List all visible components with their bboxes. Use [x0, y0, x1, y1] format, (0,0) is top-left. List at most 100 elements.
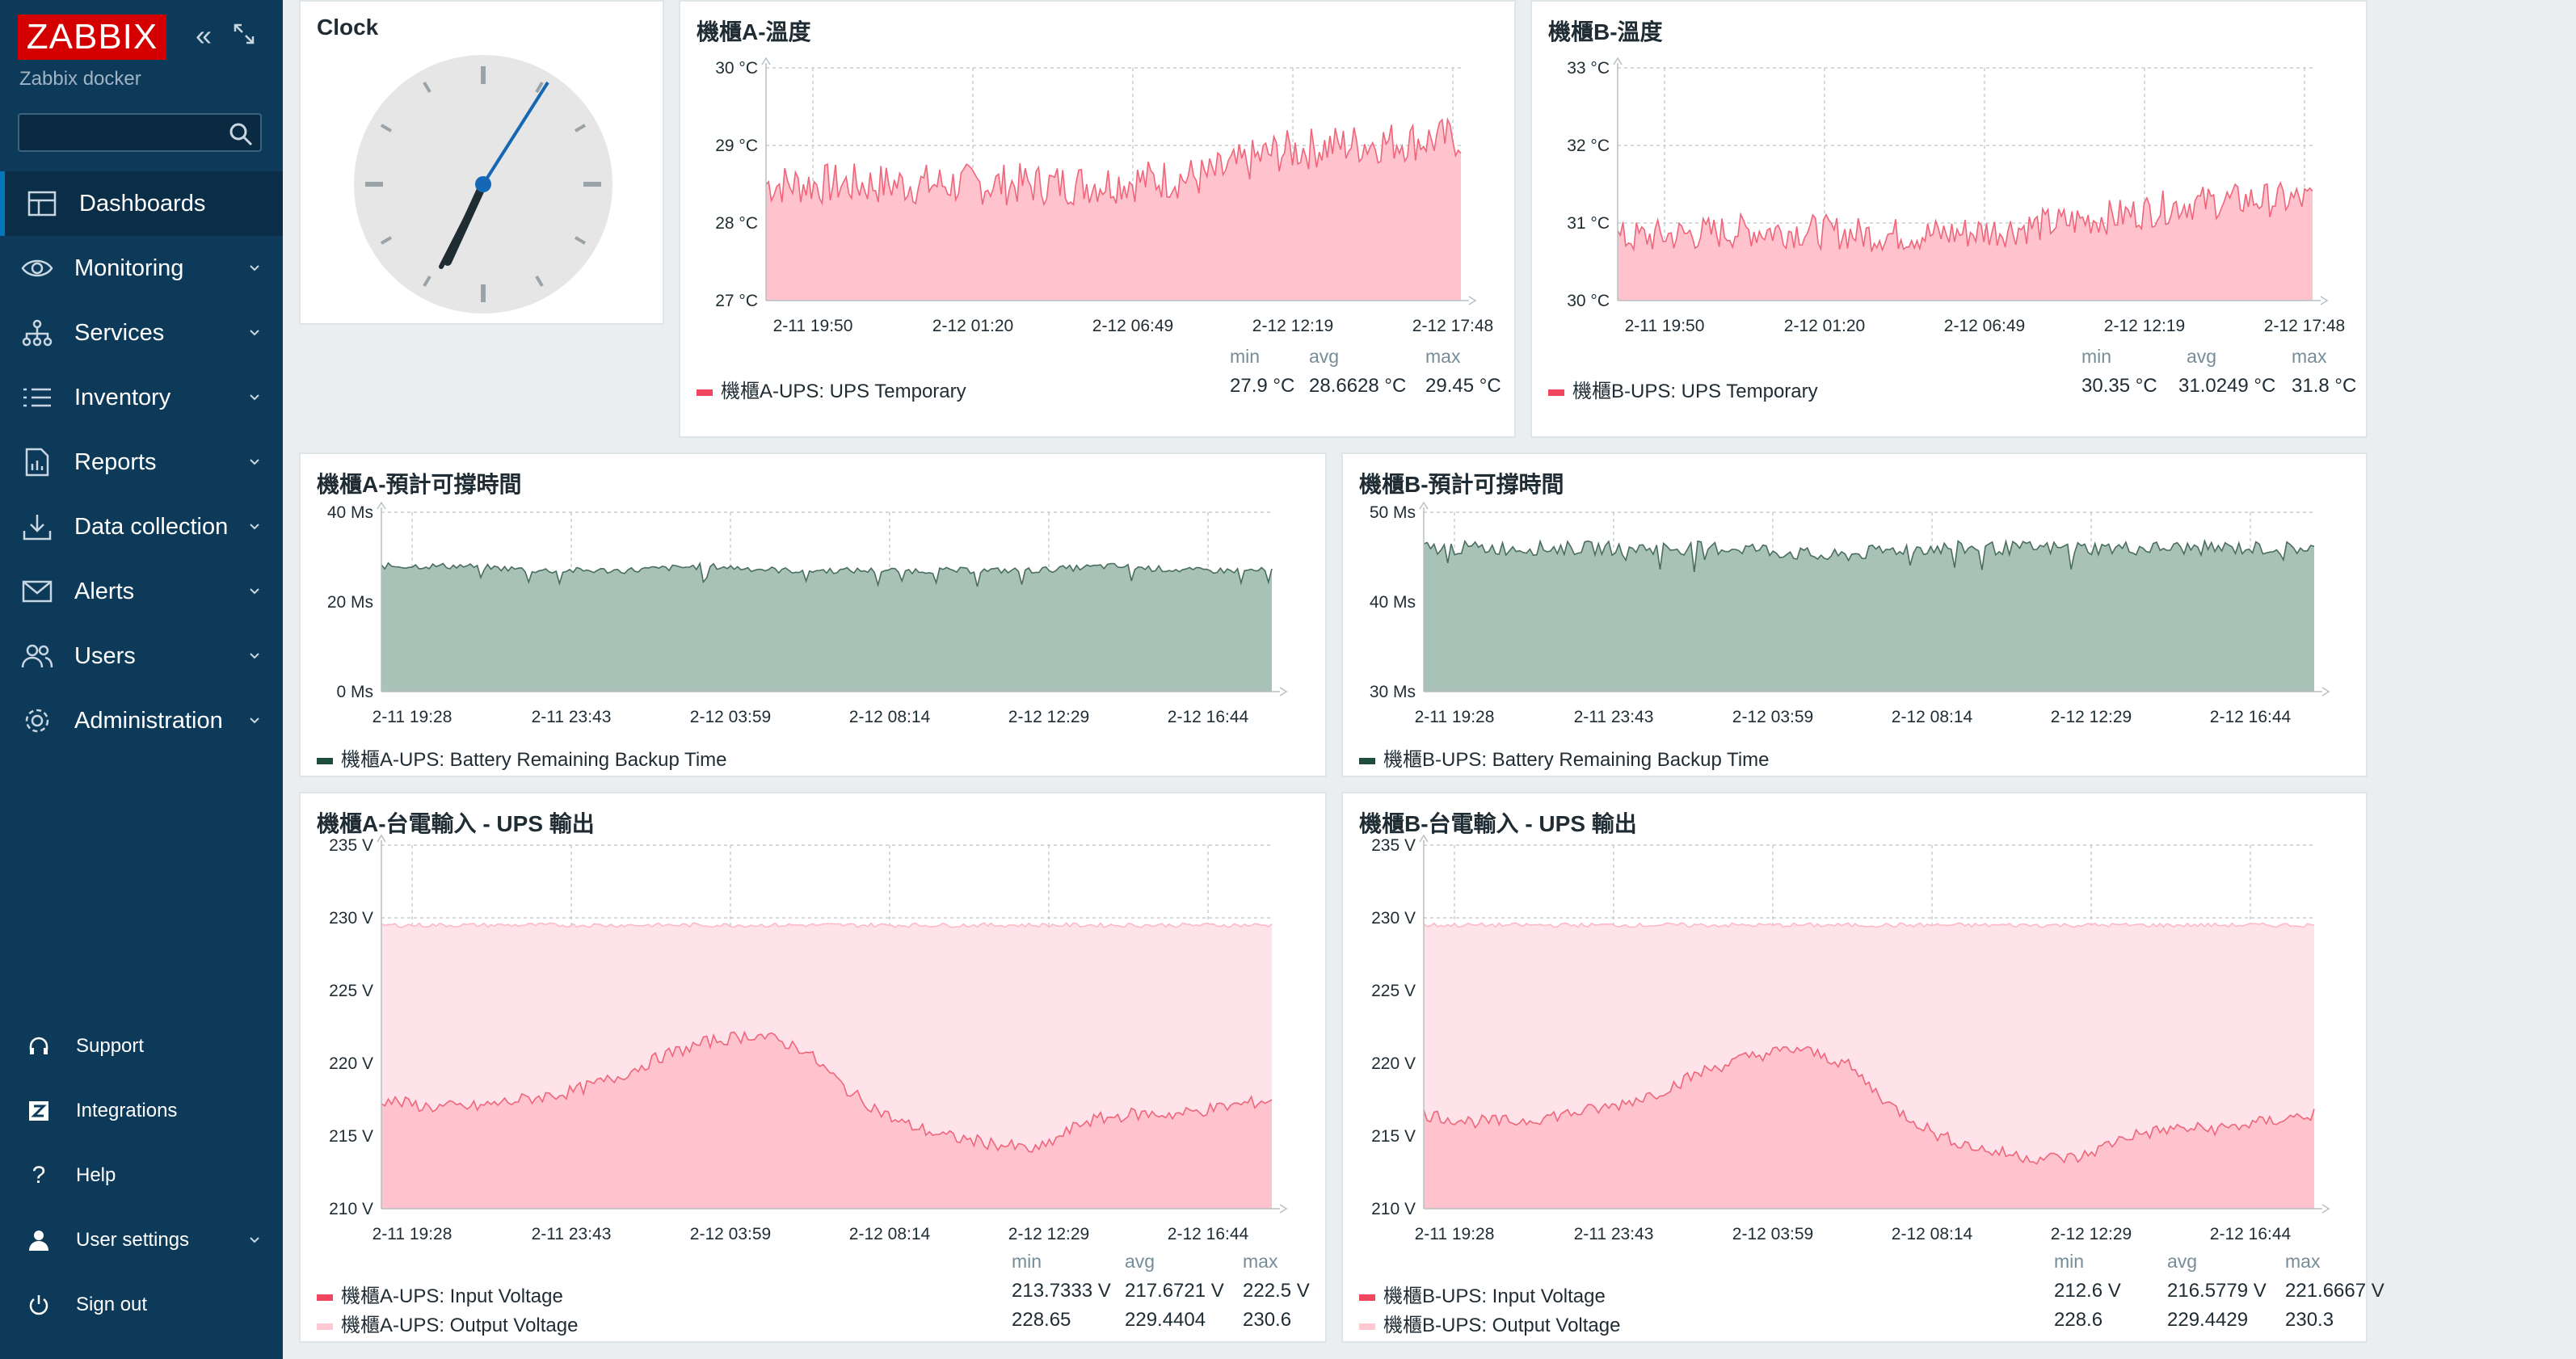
y-tick-label: 230 V — [1371, 909, 1416, 928]
stat-avg: 216.5779 V — [2167, 1280, 2267, 1302]
voltage-b-graph[interactable]: 235 V 230 V 225 V 220 V 215 V 210 V 2-11 19:28… — [1343, 793, 2366, 1246]
footer-label: Integrations — [76, 1100, 178, 1121]
stat-avg: 229.4404 — [1125, 1309, 1206, 1331]
footer-item-support[interactable]: Support — [0, 1018, 283, 1075]
stat-max: 230.3 — [2285, 1309, 2334, 1331]
widget-title: Clock — [317, 15, 379, 40]
footer-label: Help — [76, 1164, 116, 1186]
x-tick-label: 2-12 12:19 — [2104, 317, 2185, 335]
y-tick-label: 235 V — [1371, 836, 1416, 855]
legend-swatch — [1548, 389, 1564, 396]
menu-item-alerts[interactable]: Alerts — [0, 559, 283, 624]
chevron-down-icon — [250, 1237, 259, 1243]
footer-label: Support — [76, 1035, 145, 1057]
backup-a-graph[interactable]: 40 Ms 20 Ms 0 Ms2-11 19:28 2-11 23:43 2-12 0… — [301, 454, 1325, 745]
y-tick-label: 215 V — [1371, 1127, 1416, 1146]
legend-swatch — [1359, 1294, 1375, 1301]
y-tick-label: 31 °C — [1567, 214, 1610, 233]
widget-backup-a: 機櫃A-預計可撐時間 40 Ms 20 Ms 0 Ms 2-11 19:28 2-11 … — [299, 452, 1327, 777]
x-tick-label: 2-11 19:28 — [1415, 1225, 1495, 1243]
footer-item-integrations[interactable]: Integrations — [0, 1083, 283, 1139]
legend-label: 機櫃B-UPS: Input Voltage — [1383, 1285, 1606, 1307]
x-tick-label: 2-12 12:29 — [2051, 708, 2132, 726]
x-tick-label: 2-12 08:14 — [849, 1225, 931, 1243]
power-icon — [24, 1290, 53, 1319]
backup-b-graph[interactable]: 50 Ms 40 Ms 30 Ms 2-11 19:28 2-11 23:43 2-12 … — [1343, 454, 2366, 745]
menu-label: Reports — [74, 448, 157, 475]
menu-item-monitoring[interactable]: Monitoring — [0, 236, 283, 301]
y-tick-label: 40 Ms — [1370, 593, 1416, 612]
menu-label: Monitoring — [74, 255, 184, 281]
x-tick-label: 2-12 08:14 — [1892, 708, 1973, 726]
search-input[interactable] — [18, 113, 262, 152]
x-axis-arrow — [1279, 1204, 1288, 1214]
y-tick-label: 210 V — [1371, 1200, 1416, 1218]
x-tick-label: 2-11 19:50 — [773, 317, 853, 335]
legend-label: 機櫃B-UPS: Output Voltage — [1383, 1315, 1621, 1336]
x-tick-label: 2-12 01:20 — [932, 317, 1013, 335]
legend-item: 機櫃A-UPS: Output Voltage — [317, 1309, 578, 1337]
x-tick-label: 2-12 12:29 — [1008, 708, 1089, 726]
menu-item-administration[interactable]: Administration — [0, 688, 283, 753]
footer-item-help[interactable]: ? Help — [0, 1147, 283, 1204]
stat-min: 27.9 °C — [1230, 375, 1295, 397]
stat-header-max: max — [1425, 346, 1461, 367]
legend-item: 機櫃B-UPS: Input Voltage — [1359, 1280, 1606, 1308]
stat-avg: 217.6721 V — [1125, 1280, 1224, 1302]
y-tick-label: 27 °C — [715, 292, 758, 310]
gear-icon — [19, 703, 55, 738]
voltage-a-graph[interactable]: 235 V 230 V 225 V 220 V 215 V 210 V2-11 19:28… — [301, 793, 1325, 1246]
kiosk-mode-icon[interactable] — [228, 19, 260, 52]
temp-a-graph[interactable]: 30 °C 29 °C 28 °C 27 °C 2-11 19:50 2-12 01:20… — [680, 2, 1514, 349]
chevron-down-icon — [250, 717, 259, 724]
x-tick-label: 2-12 17:48 — [2264, 317, 2345, 335]
y-tick-label: 30 Ms — [1370, 683, 1416, 701]
x-tick-label: 2-12 06:49 — [1092, 317, 1173, 335]
menu-item-dashboards[interactable]: Dashboards — [0, 171, 283, 236]
stat-header-max: max — [2285, 1251, 2321, 1272]
download-icon — [19, 509, 55, 545]
menu-item-users[interactable]: Users — [0, 624, 283, 688]
legend-item: 機櫃A-UPS: Input Voltage — [317, 1280, 563, 1308]
stat-header-min: min — [1230, 346, 1261, 367]
menu-item-data-collection[interactable]: Data collection — [0, 494, 283, 559]
widget-voltage-a: 機櫃A-台電輸入 - UPS 輸出 235 V 230 V 225 V 220 V 21… — [299, 792, 1327, 1343]
analog-clock — [354, 55, 612, 313]
x-tick-label: 2-12 06:49 — [1944, 317, 2025, 335]
legend-item: 機櫃A-UPS: Battery Remaining Backup Time — [317, 743, 727, 772]
stat-header-max: max — [2292, 346, 2327, 367]
y-tick-label: 225 V — [1371, 982, 1416, 1000]
y-tick-label: 215 V — [329, 1127, 373, 1146]
stat-avg: 28.6628 °C — [1309, 375, 1407, 397]
chevron-down-icon — [250, 524, 259, 530]
sidebar: ZABBIX « Zabbix docker Dashboards Monito… — [0, 0, 283, 1359]
legend-item: 機櫃A-UPS: UPS Temporary — [697, 375, 966, 403]
menu-item-services[interactable]: Services — [0, 301, 283, 365]
collapse-sidebar-icon[interactable]: « — [187, 19, 220, 52]
help-icon: ? — [32, 1162, 46, 1189]
menu-item-inventory[interactable]: Inventory — [0, 365, 283, 430]
stat-min: 228.6 — [2054, 1309, 2103, 1331]
y-tick-label: 40 Ms — [327, 503, 373, 522]
footer-item-sign-out[interactable]: Sign out — [0, 1277, 283, 1333]
stat-min: 228.65 — [1012, 1309, 1071, 1331]
x-tick-label: 2-11 23:43 — [1574, 1225, 1654, 1243]
y-tick-label: 29 °C — [715, 137, 758, 155]
footer-item-user-settings[interactable]: User settings — [0, 1212, 283, 1269]
x-tick-label: 2-12 16:44 — [1168, 708, 1249, 726]
chevron-down-icon — [250, 459, 259, 465]
y-tick-label: 220 V — [1371, 1054, 1416, 1073]
x-axis-arrow — [2321, 687, 2330, 696]
zabbix-logo[interactable]: ZABBIX — [18, 15, 166, 60]
x-tick-label: 2-11 19:28 — [373, 708, 452, 726]
menu-item-reports[interactable]: Reports — [0, 430, 283, 494]
list-icon — [19, 380, 55, 415]
widget-temp-b: 機櫃B-溫度 33 °C 32 °C 31 °C 30 °C 2-11 19:50 2-1… — [1530, 0, 2368, 438]
widget-temp-a: 機櫃A-溫度 30 °C 29 °C 28 °C 27 °C 2-11 19:50 2-1… — [679, 0, 1516, 438]
search-icon[interactable] — [228, 121, 254, 147]
menu-label: Users — [74, 642, 136, 669]
stat-min: 212.6 V — [2054, 1280, 2121, 1302]
temp-b-graph[interactable]: 33 °C 32 °C 31 °C 30 °C 2-11 19:50 2-12 01:20… — [1532, 2, 2366, 349]
x-tick-label: 2-12 03:59 — [1732, 1225, 1813, 1243]
x-tick-label: 2-12 16:44 — [2210, 1225, 2292, 1243]
